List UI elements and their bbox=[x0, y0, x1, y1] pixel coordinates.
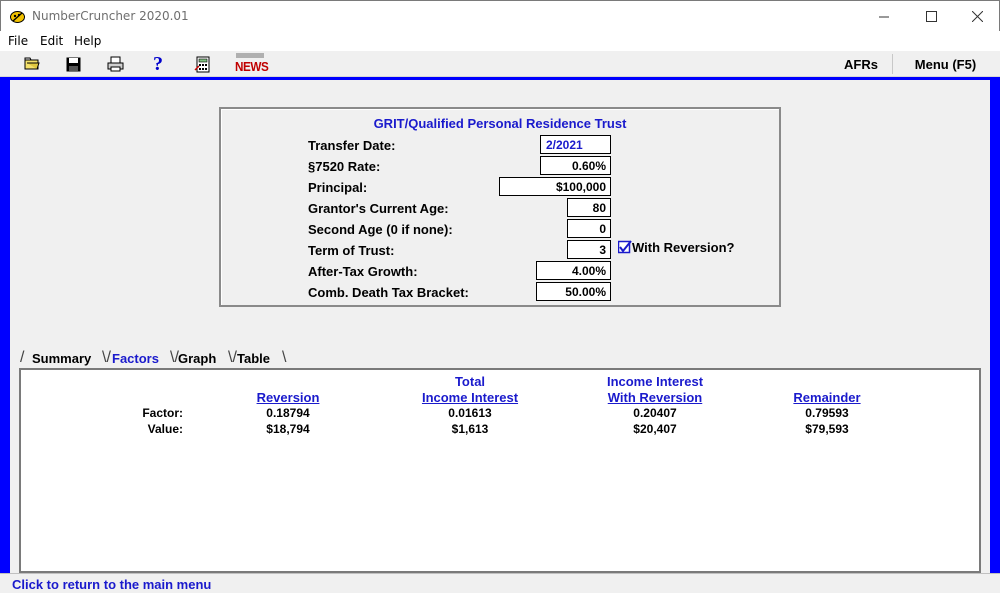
with-reversion-label: With Reversion? bbox=[632, 240, 735, 255]
death-tax-bracket-input[interactable]: 50.00% bbox=[536, 282, 611, 301]
rate-7520-label: §7520 Rate: bbox=[308, 159, 381, 174]
save-button[interactable] bbox=[64, 55, 82, 73]
close-button[interactable] bbox=[954, 1, 1000, 32]
value-income-interest: $1,613 bbox=[451, 422, 489, 436]
menu-file[interactable]: File bbox=[8, 34, 28, 48]
grantor-age-label: Grantor's Current Age: bbox=[308, 201, 449, 216]
principal-input[interactable]: $100,000 bbox=[499, 177, 611, 196]
tab-factors[interactable]: Factors bbox=[112, 350, 159, 368]
news-button[interactable]: NEWS bbox=[234, 53, 269, 75]
col-remainder-header: Remainder bbox=[793, 390, 861, 405]
trust-input-panel: GRIT/Qualified Personal Residence Trust … bbox=[219, 107, 781, 307]
factor-row-label: Factor: bbox=[142, 406, 183, 420]
transfer-date-label: Transfer Date: bbox=[308, 138, 396, 153]
factor-income-interest: 0.01613 bbox=[448, 406, 492, 420]
transfer-date-input[interactable]: 2/2021 bbox=[540, 135, 611, 154]
save-icon bbox=[66, 57, 80, 71]
open-folder-icon bbox=[24, 57, 40, 70]
factor-reversion: 0.18794 bbox=[266, 406, 310, 420]
help-button[interactable]: ? bbox=[149, 53, 167, 75]
print-button[interactable] bbox=[106, 55, 124, 73]
menu-edit[interactable]: Edit bbox=[40, 34, 63, 48]
death-tax-bracket-label: Comb. Death Tax Bracket: bbox=[308, 285, 469, 300]
value-remainder: $79,593 bbox=[805, 422, 849, 436]
after-tax-growth-input[interactable]: 4.00% bbox=[536, 261, 611, 280]
afrs-button[interactable]: AFRs bbox=[830, 51, 892, 77]
second-age-label: Second Age (0 if none): bbox=[308, 222, 453, 237]
news-label: NEWS bbox=[235, 59, 269, 74]
app-icon bbox=[9, 8, 26, 25]
maximize-icon bbox=[925, 11, 937, 22]
factor-income-with-reversion: 0.20407 bbox=[633, 406, 677, 420]
toolbar: ? NEWS AFRs Menu (F5) bbox=[0, 51, 1000, 77]
value-income-with-reversion: $20,407 bbox=[633, 422, 677, 436]
open-folder-button[interactable] bbox=[23, 55, 41, 73]
tab-graph[interactable]: Graph bbox=[178, 350, 216, 368]
calculator-button[interactable] bbox=[193, 55, 211, 73]
menu-help[interactable]: Help bbox=[74, 34, 101, 48]
term-input[interactable]: 3 bbox=[567, 240, 611, 259]
maximize-button[interactable] bbox=[908, 1, 954, 32]
term-label: Term of Trust: bbox=[308, 243, 395, 258]
minimize-icon bbox=[878, 16, 889, 18]
main-menu-button[interactable]: Menu (F5) bbox=[893, 51, 998, 77]
principal-label: Principal: bbox=[308, 180, 368, 195]
main-frame: GRIT/Qualified Personal Residence Trust … bbox=[0, 77, 1000, 573]
factors-panel: Reversion Total Income Interest Income I… bbox=[19, 368, 981, 573]
grantor-age-input[interactable]: 80 bbox=[567, 198, 611, 217]
tab-summary[interactable]: Summary bbox=[32, 350, 91, 368]
tab-table[interactable]: Table bbox=[237, 350, 270, 368]
status-text[interactable]: Click to return to the main menu bbox=[12, 577, 211, 592]
print-icon bbox=[107, 56, 123, 72]
checkmark-icon bbox=[617, 240, 632, 254]
col-with-reversion-header: With Reversion bbox=[607, 390, 703, 405]
value-row-label: Value: bbox=[147, 422, 183, 436]
menu-bar: File Edit Help bbox=[0, 31, 1000, 51]
col-income-interest-line1: Income Interest bbox=[606, 374, 704, 389]
close-icon bbox=[971, 11, 983, 22]
rate-7520-input[interactable]: 0.60% bbox=[540, 156, 611, 175]
after-tax-growth-label: After-Tax Growth: bbox=[308, 264, 418, 279]
col-income-interest-header: Income Interest bbox=[421, 390, 519, 405]
content-area: GRIT/Qualified Personal Residence Trust … bbox=[10, 80, 990, 573]
panel-title: GRIT/Qualified Personal Residence Trust bbox=[373, 116, 627, 131]
minimize-button[interactable] bbox=[861, 1, 907, 32]
news-icon bbox=[236, 53, 264, 58]
col-reversion-header: Reversion bbox=[256, 390, 320, 405]
title-bar: NumberCruncher 2020.01 bbox=[0, 0, 1000, 31]
second-age-input[interactable]: 0 bbox=[567, 219, 611, 238]
window-title: NumberCruncher 2020.01 bbox=[32, 9, 189, 23]
factor-remainder: 0.79593 bbox=[805, 406, 849, 420]
col-total-line1: Total bbox=[454, 374, 486, 389]
with-reversion-checkbox[interactable] bbox=[617, 240, 632, 254]
calculator-icon bbox=[194, 56, 209, 72]
value-reversion: $18,794 bbox=[266, 422, 310, 436]
status-bar[interactable]: Click to return to the main menu bbox=[0, 573, 1000, 593]
help-icon: ? bbox=[153, 53, 163, 75]
